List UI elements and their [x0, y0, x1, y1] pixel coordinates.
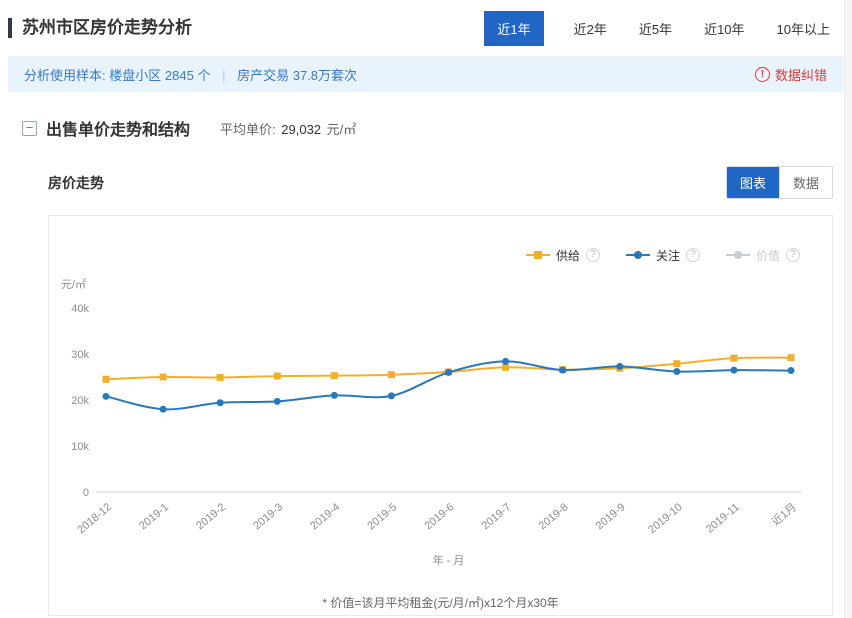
sample-item2-value: 37.8万 [293, 68, 331, 83]
tab-over-10-years[interactable]: 10年以上 [775, 11, 832, 46]
sample-item2-label: 房产交易 [237, 68, 289, 83]
scrollbar-track[interactable] [844, 0, 852, 618]
svg-text:20k: 20k [71, 395, 89, 407]
svg-text:2019-1: 2019-1 [137, 501, 171, 532]
svg-text:0: 0 [83, 487, 89, 499]
svg-text:2019-9: 2019-9 [594, 501, 628, 532]
chart-title: 房价走势 [48, 173, 104, 193]
tab-recent-10-years[interactable]: 近10年 [702, 11, 746, 46]
page: 苏州市区房价走势分析 近1年 近2年 近5年 近10年 10年以上 分析使用样本… [0, 0, 852, 616]
svg-text:2019-4: 2019-4 [308, 501, 342, 532]
svg-text:2019-7: 2019-7 [480, 501, 514, 532]
svg-text:40k: 40k [71, 303, 89, 315]
price-trend-chart[interactable]: 元/㎡ 0 10k 20k 30k 40k 2018-12 2019-1 2019-2 2019-… [49, 268, 832, 592]
legend-label-value: 价值 [756, 247, 780, 264]
attention-series-marker-icon [626, 250, 650, 260]
supply-series-marker-icon [526, 250, 550, 260]
tab-recent-5-years[interactable]: 近5年 [637, 11, 674, 46]
sample-info-bar: 分析使用样本: 楼盘小区 2845 个 | 房产交易 37.8万套次 ! 数据纠… [8, 56, 843, 92]
data-correction-link[interactable]: ! 数据纠错 [755, 65, 827, 84]
tab-recent-2-years[interactable]: 近2年 [572, 11, 609, 46]
svg-text:2019-8: 2019-8 [537, 501, 571, 532]
chart-panel-header: 房价走势 图表 数据 [48, 166, 833, 199]
correction-label: 数据纠错 [775, 65, 827, 84]
average-price-label: 平均单价: [220, 122, 276, 137]
legend-label-supply: 供给 [556, 247, 580, 264]
svg-text:2019-5: 2019-5 [365, 501, 399, 532]
legend-label-attention: 关注 [656, 247, 680, 264]
info-divider: | [222, 68, 225, 83]
average-price-unit: 元/㎡ [327, 122, 357, 137]
svg-text:2018-12: 2018-12 [75, 501, 114, 536]
price-trend-panel: 供给 ? 关注 ? 价值 ? 元/㎡ 0 10k 20k 30k 40k 2018-12 20… [48, 215, 833, 616]
page-header: 苏州市区房价走势分析 近1年 近2年 近5年 近10年 10年以上 [8, 8, 852, 48]
time-range-tabs: 近1年 近2年 近5年 近10年 10年以上 [484, 11, 832, 46]
section-header: − 出售单价走势和结构 平均单价: 29,032 元/㎡ [22, 116, 852, 140]
svg-text:30k: 30k [71, 349, 89, 361]
svg-text:2019-10: 2019-10 [646, 501, 685, 536]
svg-text:2019-6: 2019-6 [422, 501, 456, 532]
sample-prefix: 分析使用样本: [24, 68, 106, 83]
help-icon[interactable]: ? [786, 248, 800, 262]
view-toggle: 图表 数据 [726, 166, 833, 199]
average-price: 平均单价: 29,032 元/㎡ [220, 119, 356, 138]
svg-text:2019-11: 2019-11 [704, 501, 742, 536]
svg-text:2019-2: 2019-2 [194, 501, 228, 532]
error-report-icon: ! [755, 67, 770, 82]
section-title: 出售单价走势和结构 [46, 116, 190, 140]
svg-text:年 - 月: 年 - 月 [433, 553, 465, 567]
legend-item-value[interactable]: 价值 ? [726, 247, 800, 264]
chart-legend: 供给 ? 关注 ? 价值 ? [49, 216, 832, 268]
legend-item-supply[interactable]: 供给 ? [526, 247, 600, 264]
average-price-value: 29,032 [281, 122, 321, 137]
svg-text:元/㎡: 元/㎡ [61, 278, 86, 291]
view-data-button[interactable]: 数据 [779, 167, 832, 198]
sample-item1-unit: 个 [197, 68, 210, 83]
collapse-minus-icon[interactable]: − [22, 121, 37, 136]
value-series-marker-icon [726, 250, 750, 260]
sample-item1-value: 2845 [165, 68, 194, 83]
sample-item1-label: 楼盘小区 [109, 68, 161, 83]
svg-text:10k: 10k [71, 441, 89, 453]
chart-footnote: * 价值=该月平均租金(元/月/㎡)x12个月x30年 [49, 594, 832, 611]
view-chart-button[interactable]: 图表 [727, 167, 779, 198]
help-icon[interactable]: ? [586, 248, 600, 262]
legend-item-attention[interactable]: 关注 ? [626, 247, 700, 264]
sample-info: 分析使用样本: 楼盘小区 2845 个 | 房产交易 37.8万套次 [24, 65, 357, 84]
page-title: 苏州市区房价走势分析 [8, 18, 192, 38]
help-icon[interactable]: ? [686, 248, 700, 262]
sample-item2-unit: 套次 [331, 68, 357, 83]
tab-recent-1-year[interactable]: 近1年 [484, 11, 543, 46]
svg-text:近1月: 近1月 [769, 500, 799, 528]
svg-text:2019-3: 2019-3 [251, 501, 285, 532]
